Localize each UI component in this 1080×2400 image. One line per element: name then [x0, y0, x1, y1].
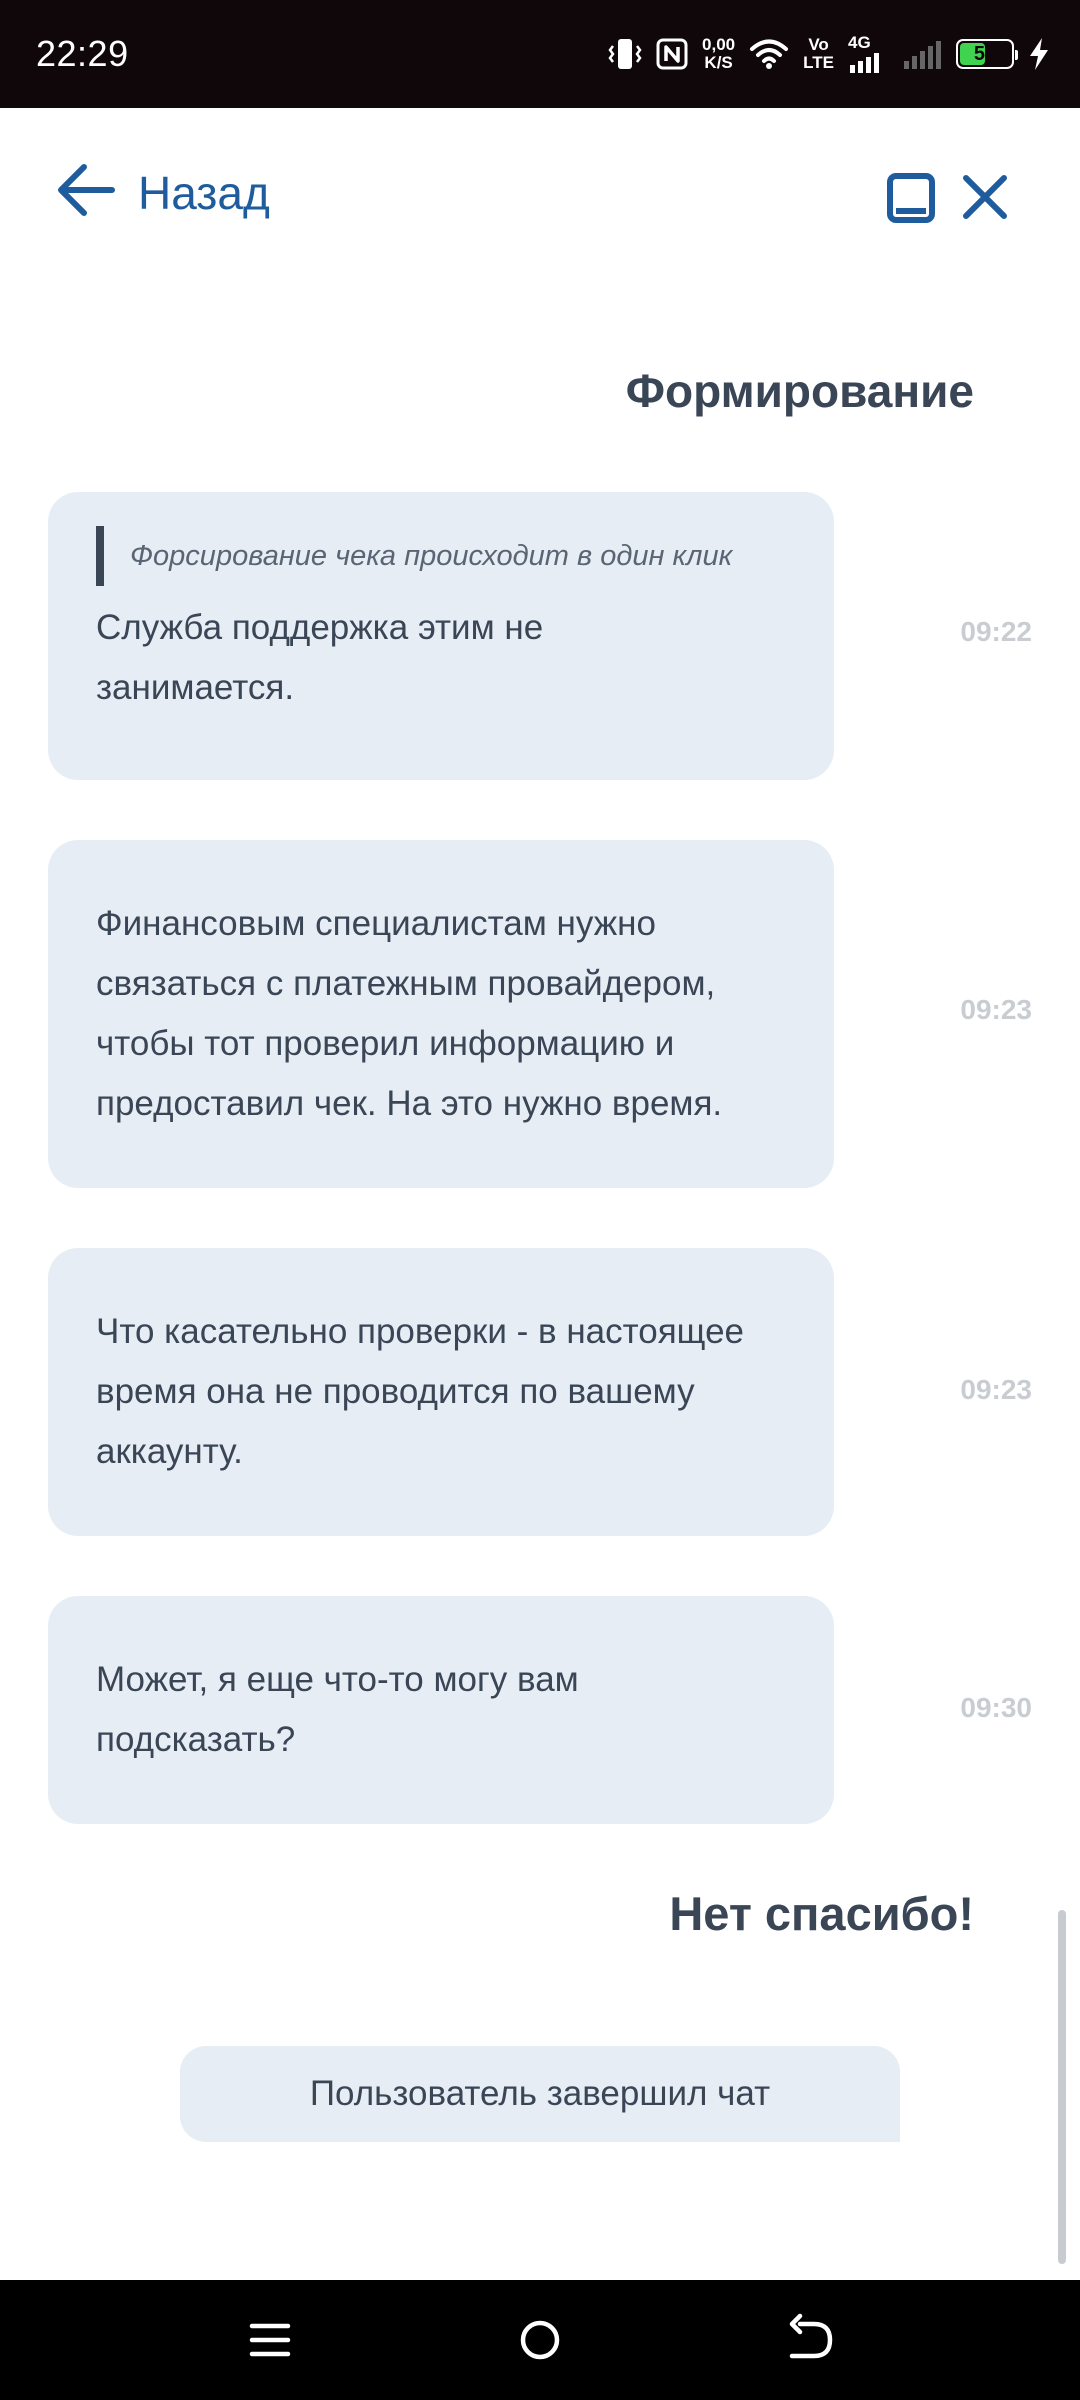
message-line: подсказать?: [96, 1720, 296, 1759]
message-text: Может, я еще что-то могу вам подсказать?: [96, 1650, 786, 1770]
speed-unit: K/S: [704, 53, 733, 72]
status-icons: 0,00 K/S Vo LTE 4G 50: [608, 28, 1050, 80]
nfc-icon: [656, 38, 688, 70]
message-text: Служба поддержка этим не занимается.: [96, 598, 786, 718]
message-line: чтобы тот проверил информацию и: [96, 1024, 675, 1063]
battery-level-text: 50: [973, 43, 997, 65]
navigation-bar: [0, 2280, 1080, 2400]
chat-header: Назад: [0, 108, 1080, 288]
message-time: 09:22: [960, 616, 1032, 647]
home-button[interactable]: [518, 2310, 562, 2375]
message-line: Может, я еще что-то могу вам: [96, 1660, 579, 1699]
status-time: 22:29: [36, 33, 129, 74]
message-time: 09:23: [960, 1374, 1032, 1405]
arrow-left-icon: [56, 162, 116, 223]
cell-signal: 4G: [848, 33, 888, 73]
back-label: Назад: [138, 166, 270, 219]
message-line: Служба поддержка этим не: [96, 608, 544, 647]
home-icon: [518, 2320, 562, 2374]
agent-message-bubble: Что касательно проверки - в настоящее вр…: [48, 1248, 834, 1536]
message-line: аккаунту.: [96, 1432, 243, 1471]
message-line: Что касательно проверки - в настоящее: [96, 1312, 744, 1351]
message-line: Финансовым специалистам нужно: [96, 904, 656, 943]
vibrate-icon: [608, 36, 642, 72]
agent-message-bubble: Финансовым специалистам нужно связаться …: [48, 840, 834, 1188]
charging-icon: [1028, 37, 1050, 71]
signal-weak-icon: [902, 39, 942, 69]
message-text: Что касательно проверки - в настоящее вр…: [96, 1302, 786, 1482]
status-bar: 22:29 0,00 K/S Vo LTE 4G 50: [0, 0, 1080, 108]
message-line: связаться с платежным провайдером,: [96, 964, 716, 1003]
battery-cap: [1015, 50, 1018, 60]
message-line: время она не проводится по вашему: [96, 1372, 695, 1411]
system-back-button[interactable]: [786, 2310, 834, 2375]
scrollbar[interactable]: [1058, 1910, 1066, 2264]
message-text: Финансовым специалистам нужно связаться …: [96, 894, 786, 1134]
agent-message-bubble: Форсирование чека происходит в один клик…: [48, 492, 834, 780]
message-time: 09:23: [960, 994, 1032, 1025]
message-line: предоставил чек. На это нужно время.: [96, 1084, 723, 1123]
menu-icon: [248, 2323, 292, 2374]
minimize-icon: [886, 173, 936, 228]
network-speed: 0,00 K/S: [702, 36, 735, 72]
close-button[interactable]: [960, 172, 1010, 227]
signal-icon: [850, 53, 879, 73]
speed-value: 0,00: [702, 35, 736, 54]
network-type: 4G: [848, 33, 871, 52]
volte-indicator: Vo LTE: [803, 36, 834, 72]
back-icon: [786, 2313, 834, 2374]
close-icon: [960, 175, 1010, 226]
minimize-button[interactable]: [886, 172, 936, 229]
agent-message-bubble: Может, я еще что-то могу вам подсказать?: [48, 1596, 834, 1824]
quoted-message: Форсирование чека происходит в один клик: [96, 526, 786, 586]
back-button[interactable]: Назад: [56, 162, 270, 223]
message-time: 09:30: [960, 1692, 1032, 1723]
wifi-icon: [749, 38, 789, 70]
chat-ended-notice: Пользователь завершил чат: [180, 2046, 900, 2142]
volte-top: Vo: [808, 35, 829, 54]
message-line: занимается.: [96, 668, 295, 707]
battery-indicator: 50: [956, 39, 1018, 69]
user-message: Формирование: [625, 365, 974, 417]
user-message: Нет спасибо!: [669, 1887, 974, 1940]
recent-apps-button[interactable]: [248, 2310, 292, 2375]
volte-bottom: LTE: [803, 53, 834, 72]
